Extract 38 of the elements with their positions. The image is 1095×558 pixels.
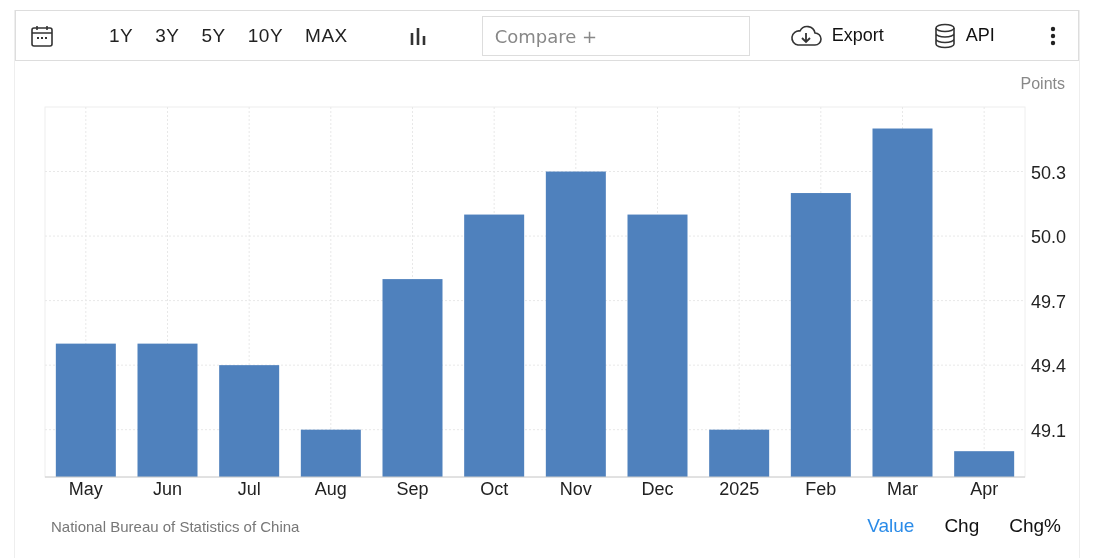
range-button[interactable]: 1Y [98, 24, 145, 47]
x-axis-label: Nov [559, 479, 592, 499]
bar [954, 451, 1015, 477]
range-button[interactable]: 10Y [236, 24, 295, 47]
y-axis-label: 50.0 [1031, 227, 1067, 248]
x-axis-label: Jun [153, 479, 182, 499]
view-tab[interactable]: Value [867, 515, 915, 537]
api-button[interactable]: API [933, 22, 995, 49]
bar-chart-icon[interactable] [408, 26, 427, 45]
range-button[interactable]: MAX [294, 24, 359, 47]
x-axis-label: Jul [237, 479, 261, 499]
database-icon [933, 22, 956, 49]
x-axis-label: Sep [396, 479, 429, 499]
x-axis-label: Oct [480, 479, 509, 499]
range-button[interactable]: 5Y [190, 24, 237, 47]
x-axis-label: Dec [641, 479, 674, 499]
x-axis-label: Feb [805, 479, 837, 499]
y-axis-label: 50.3 [1031, 162, 1067, 183]
compare-field[interactable]: Compare + [481, 15, 750, 56]
x-axis-label: May [68, 479, 103, 499]
y-axis-label: 49.7 [1031, 291, 1067, 312]
bar [300, 429, 361, 477]
range-button[interactable]: 3Y [144, 24, 191, 47]
unit-label: Points [1020, 75, 1065, 92]
bar [709, 429, 770, 477]
x-axis-label: Apr [970, 479, 999, 499]
more-icon[interactable] [1050, 25, 1056, 46]
cloud-download-icon [789, 24, 822, 47]
y-axis-label: 49.4 [1031, 356, 1067, 377]
x-axis-label: Aug [314, 479, 347, 499]
view-tab[interactable]: Chg% [1009, 515, 1061, 537]
export-button[interactable]: Export [789, 24, 884, 47]
source-text: National Bureau of Statistics of China [51, 517, 300, 535]
y-axis-label: 49.1 [1031, 420, 1067, 441]
x-axis-label: Mar [887, 479, 918, 499]
calendar-icon[interactable] [30, 23, 54, 48]
view-tab[interactable]: Chg [944, 515, 980, 537]
x-axis-label: 2025 [719, 479, 760, 499]
